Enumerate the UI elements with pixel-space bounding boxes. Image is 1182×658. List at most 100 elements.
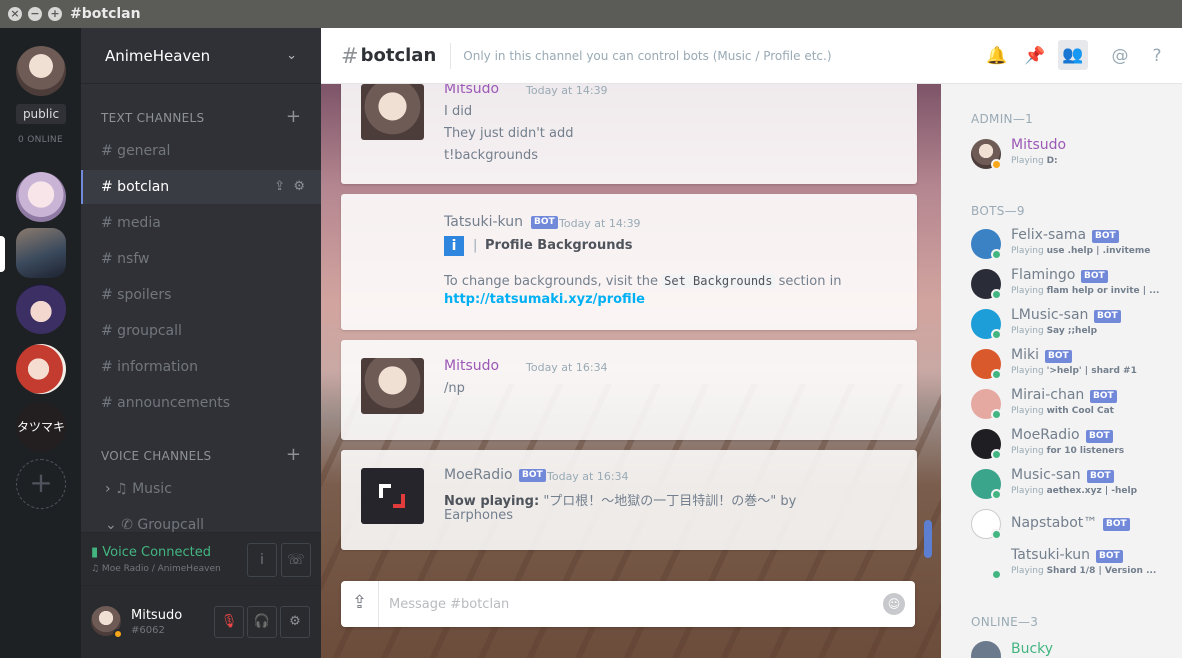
user-discriminator: #6062 (131, 625, 165, 636)
online-status-icon (991, 289, 1002, 300)
guild-icon-tatsumaki[interactable]: タツマキ (16, 402, 66, 452)
game-name: D: (1046, 156, 1058, 166)
online-category: ONLINE—3 (971, 615, 1039, 629)
online-status-icon (991, 249, 1002, 260)
guild-icon-1[interactable] (16, 172, 66, 222)
author-avatar[interactable] (361, 84, 424, 140)
idle-status-icon (113, 629, 123, 639)
idle-status-icon (991, 159, 1002, 170)
member-item[interactable]: Miki BOT Playing '>help' | shard #1 (971, 344, 1176, 384)
author-name[interactable]: MoeRadio (444, 467, 513, 483)
member-item[interactable]: MoeRadio BOT Playing for 10 listeners (971, 424, 1176, 464)
invite-icon[interactable]: ⇪ (274, 179, 285, 194)
timestamp: Today at 16:34 (526, 361, 608, 374)
member-activity: Playing with Cool Cat (1011, 406, 1171, 416)
pinned-messages-icon[interactable]: 📌 (1021, 42, 1049, 70)
message-card: MoeRadio BOT Today at 16:34 Now playing:… (341, 450, 917, 550)
disconnect-button[interactable]: ☏ (281, 543, 311, 577)
mute-mic-button[interactable]: 🎙 (214, 606, 244, 638)
game-name: use .help | .inviteme (1046, 246, 1151, 256)
channel-spoilers[interactable]: # spoilers (81, 278, 321, 312)
voice-info-button[interactable]: ⅰ (247, 543, 277, 577)
guild-icon-4[interactable] (16, 344, 66, 394)
author-name[interactable]: Mitsudo (444, 358, 499, 374)
voice-channel-music[interactable]: › ♫ Music (81, 472, 321, 506)
bot-tag: BOT (1092, 230, 1119, 243)
help-icon[interactable]: ? (1143, 42, 1171, 70)
member-list-icon[interactable]: 👥 (1058, 40, 1088, 70)
guild-icon-3[interactable] (16, 284, 66, 334)
online-status-icon (991, 329, 1002, 340)
bot-tag: BOT (1090, 390, 1117, 403)
member-item[interactable]: Mitsudo Playing D: (971, 134, 1176, 174)
mentions-icon[interactable]: @ (1106, 42, 1134, 70)
member-item[interactable]: Mirai-chan BOT Playing with Cool Cat (971, 384, 1176, 424)
member-item[interactable]: LMusic-san BOT Playing Say ;;help (971, 304, 1176, 344)
channel-label: # botclan (101, 179, 170, 195)
channel-announcements[interactable]: # announcements (81, 386, 321, 420)
window-titlebar: × − + #botclan (0, 0, 1182, 28)
member-name: Felix-sama (1011, 227, 1087, 243)
online-status-icon (991, 369, 1002, 380)
window-title: #botclan (70, 6, 141, 22)
notifications-bell-icon[interactable]: 🔔 (983, 42, 1011, 70)
author-name[interactable]: Mitsudo (444, 84, 499, 97)
author-name[interactable]: Tatsuki-kun (444, 214, 523, 230)
member-item[interactable]: Napstabot™ BOT (971, 504, 1176, 544)
author-avatar[interactable] (361, 358, 424, 414)
selected-guild-indicator (0, 236, 5, 272)
channel-groupcall[interactable]: # groupcall (81, 314, 321, 348)
embed-title: Profile Backgrounds (485, 238, 633, 253)
add-guild-button[interactable]: + (16, 459, 66, 509)
add-voice-channel-icon[interactable]: + (286, 444, 301, 465)
headphones-button[interactable]: 🎧 (247, 606, 277, 638)
member-item[interactable]: Bucky (971, 636, 1176, 658)
voice-channel-label: ✆ Groupcall (121, 517, 205, 533)
server-header[interactable]: AnimeHeaven ⌄ (81, 28, 321, 84)
maximize-window-icon[interactable]: + (48, 7, 62, 21)
voice-channels-category[interactable]: VOICE CHANNELS (101, 449, 211, 463)
bot-tag: BOT (1096, 550, 1123, 563)
chat-scrollbar[interactable] (924, 520, 932, 558)
channel-information[interactable]: # information (81, 350, 321, 384)
timestamp: Today at 14:39 (526, 84, 608, 97)
user-settings-button[interactable]: ⚙ (280, 606, 310, 638)
close-window-icon[interactable]: × (8, 7, 22, 21)
game-name: for 10 listeners (1046, 446, 1125, 456)
info-icon: i (444, 236, 464, 256)
text-channels-category[interactable]: TEXT CHANNELS (101, 111, 204, 125)
member-item[interactable]: Flamingo BOT Playing flam help or invite |… (971, 264, 1176, 304)
channel-botclan[interactable]: # botclan ⇪ ⚙ (81, 170, 321, 204)
message-input[interactable] (389, 592, 869, 616)
upload-icon[interactable]: ⇪ (341, 581, 379, 627)
moeradio-avatar[interactable] (361, 468, 424, 524)
member-activity: Playing '>help' | shard #1 (1011, 366, 1171, 376)
member-item[interactable]: Music-san BOT Playing aethex.xyz | -help (971, 464, 1176, 504)
member-item[interactable]: Tatsuki-kun BOT Playing Shard 1/8 | Versio… (971, 544, 1176, 584)
member-name: MoeRadio (1011, 427, 1080, 443)
member-name: Flamingo (1011, 267, 1076, 283)
member-activity: Playing flam help or invite | ... (1011, 286, 1171, 296)
member-item[interactable]: Felix-sama BOT Playing use .help | .invite… (971, 224, 1176, 264)
message-area: Mitsudo Today at 14:39 I did They just d… (321, 84, 941, 658)
member-activity: Playing D: (1011, 156, 1171, 166)
emoji-picker-icon[interactable]: ☺ (883, 593, 905, 615)
voice-connected-label: Voice Connected (102, 545, 212, 560)
chevron-down-icon[interactable]: ⌄ (286, 48, 297, 63)
channel-media[interactable]: # media (81, 206, 321, 240)
channel-nsfw[interactable]: # nsfw (81, 242, 321, 276)
direct-messages-avatar[interactable] (16, 46, 66, 96)
moeradio-logo-left (379, 484, 391, 498)
guild-icon-animeheaven[interactable] (16, 228, 66, 278)
bot-tag: BOT (1103, 518, 1130, 531)
game-name: Say ;;help (1046, 326, 1098, 336)
add-text-channel-icon[interactable]: + (286, 106, 301, 127)
game-name: '>help' | shard #1 (1046, 366, 1137, 376)
profile-link[interactable]: http://tatsumaki.xyz/profile (444, 292, 645, 307)
user-panel: Mitsudo #6062 🎙 🎧 ⚙ (81, 586, 321, 658)
message-line: I did (444, 104, 473, 119)
channel-general[interactable]: # general (81, 134, 321, 168)
minimize-window-icon[interactable]: − (28, 7, 42, 21)
member-activity: Playing aethex.xyz | -help (1011, 486, 1171, 496)
gear-icon[interactable]: ⚙ (293, 179, 305, 194)
